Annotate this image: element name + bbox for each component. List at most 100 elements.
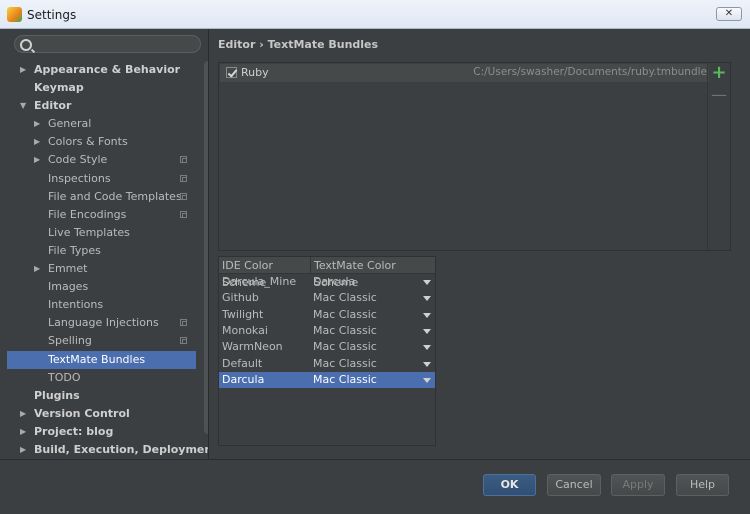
sidebar-item-code-style[interactable]: ▶ Code Style bbox=[7, 151, 196, 169]
sidebar-item-file-encodings[interactable]: File Encodings bbox=[7, 206, 196, 224]
ok-button[interactable]: OK bbox=[483, 474, 536, 496]
bundle-row[interactable]: Ruby C:/Users/swasher/Documents/ruby.tmb… bbox=[220, 64, 709, 82]
dropdown-arrow-icon[interactable] bbox=[423, 361, 431, 367]
sidebar-item-label: File Encodings bbox=[48, 207, 127, 221]
title-bar: Settings ✕ bbox=[0, 0, 750, 29]
search-input[interactable] bbox=[35, 37, 195, 51]
sidebar-item-label: Plugins bbox=[34, 388, 80, 402]
textmate-scheme-cell[interactable]: Mac Classic bbox=[313, 339, 377, 355]
sidebar-item-label: Images bbox=[48, 280, 89, 294]
bundle-toolbar: + — bbox=[707, 63, 730, 250]
bundle-checkbox[interactable] bbox=[226, 67, 237, 78]
ide-scheme-cell: WarmNeon bbox=[222, 340, 283, 354]
sidebar-item-label: Appearance & Behavior bbox=[34, 63, 181, 76]
collapsed-arrow-icon[interactable]: ▶ bbox=[34, 260, 40, 278]
sidebar-item-textmate-bundles[interactable]: TextMate Bundles bbox=[7, 350, 196, 369]
close-button[interactable]: ✕ bbox=[716, 7, 742, 21]
bundles-list: Ruby C:/Users/swasher/Documents/ruby.tmb… bbox=[218, 62, 731, 251]
dropdown-arrow-icon[interactable] bbox=[423, 280, 431, 285]
dropdown-arrow-icon[interactable] bbox=[423, 312, 431, 318]
collapsed-arrow-icon[interactable]: ▶ bbox=[20, 61, 26, 79]
sidebar-item-label: File Types bbox=[48, 243, 101, 257]
collapsed-arrow-icon[interactable]: ▶ bbox=[34, 151, 40, 169]
sidebar-item-general[interactable]: ▶ General bbox=[7, 115, 196, 133]
sidebar-item-label: TODO bbox=[48, 370, 81, 384]
sidebar-item-label: Keymap bbox=[34, 81, 84, 95]
sidebar-item-editor[interactable]: ▼ Editor bbox=[7, 97, 196, 115]
settings-tree: ▶ Appearance & Behavior Keymap ▼ Editor ▶ Gene… bbox=[7, 61, 208, 459]
sidebar-item-label: Live Templates bbox=[48, 225, 130, 239]
project-scope-icon bbox=[180, 319, 187, 327]
ide-scheme-header[interactable]: IDE Color Scheme bbox=[219, 257, 311, 289]
dropdown-arrow-icon[interactable] bbox=[423, 328, 431, 334]
sidebar-item-language-injections[interactable]: Language Injections bbox=[7, 314, 196, 332]
textmate-scheme-header[interactable]: TextMate Color Scheme bbox=[311, 257, 435, 289]
collapsed-arrow-icon[interactable]: ▶ bbox=[20, 423, 26, 441]
collapsed-arrow-icon[interactable]: ▶ bbox=[20, 405, 26, 423]
footer-divider bbox=[0, 459, 750, 460]
expanded-arrow-icon[interactable]: ▼ bbox=[20, 97, 26, 115]
sidebar-item-inspections[interactable]: Inspections bbox=[7, 170, 196, 188]
table-row[interactable]: Github Mac Classic bbox=[219, 290, 435, 306]
textmate-scheme-cell[interactable]: Mac Classic bbox=[313, 323, 377, 339]
collapsed-arrow-icon[interactable]: ▶ bbox=[34, 115, 40, 133]
apply-button[interactable]: Apply bbox=[611, 474, 665, 496]
breadcrumb: Editor › TextMate Bundles bbox=[218, 38, 379, 51]
collapsed-arrow-icon[interactable]: ▶ bbox=[34, 133, 40, 151]
sidebar-item-file-types[interactable]: File Types bbox=[7, 242, 196, 260]
textmate-scheme-cell[interactable]: Mac Classic bbox=[313, 290, 377, 306]
sidebar-item-intentions[interactable]: Intentions bbox=[7, 296, 196, 314]
sidebar-item-file-and-code-templates[interactable]: File and Code Templates bbox=[7, 188, 196, 206]
collapsed-arrow-icon[interactable]: ▶ bbox=[20, 441, 26, 459]
sidebar-item-colors-fonts[interactable]: ▶ Colors & Fonts bbox=[7, 133, 196, 151]
ide-scheme-cell: Twilight bbox=[222, 307, 264, 321]
table-row[interactable]: WarmNeon Mac Classic bbox=[219, 339, 435, 355]
sidebar-item-label: General bbox=[48, 117, 92, 131]
sidebar-item-spelling[interactable]: Spelling bbox=[7, 332, 196, 350]
remove-bundle-button[interactable]: — bbox=[711, 87, 727, 105]
table-row[interactable]: Twilight Mac Classic bbox=[219, 307, 435, 323]
bundle-path: C:/Users/swasher/Documents/ruby.tmbundle bbox=[473, 66, 707, 78]
project-scope-icon bbox=[180, 337, 187, 345]
color-scheme-table: IDE Color Scheme TextMate Color Scheme D… bbox=[218, 256, 436, 446]
table-row[interactable]: Monokai Mac Classic bbox=[219, 323, 435, 339]
sidebar-item-images[interactable]: Images bbox=[7, 278, 196, 296]
dropdown-arrow-icon[interactable] bbox=[423, 345, 431, 351]
table-row[interactable]: Darcula_Mine Darcula bbox=[219, 274, 435, 290]
ide-scheme-cell: Darcula bbox=[222, 372, 265, 386]
sidebar-item-keymap[interactable]: Keymap bbox=[7, 79, 196, 97]
window-title: Settings bbox=[27, 8, 77, 22]
sidebar-item-project-blog[interactable]: ▶ Project: blog bbox=[7, 423, 196, 441]
ide-scheme-cell: Monokai bbox=[222, 323, 268, 337]
dropdown-arrow-icon[interactable] bbox=[423, 296, 431, 302]
sidebar-item-appearance-behavior[interactable]: ▶ Appearance & Behavior bbox=[7, 61, 196, 79]
bundle-name: Ruby bbox=[241, 66, 269, 79]
sidebar-item-todo[interactable]: TODO bbox=[7, 369, 196, 387]
dropdown-arrow-icon[interactable] bbox=[423, 377, 431, 383]
sidebar-item-label: Language Injections bbox=[48, 316, 159, 330]
search-icon bbox=[20, 39, 32, 51]
sidebar-item-plugins[interactable]: Plugins bbox=[7, 387, 196, 405]
project-scope-icon bbox=[180, 156, 187, 164]
textmate-scheme-cell[interactable]: Mac Classic bbox=[313, 356, 377, 372]
sidebar-item-version-control[interactable]: ▶ Version Control bbox=[7, 405, 196, 423]
sidebar-item-live-templates[interactable]: Live Templates bbox=[7, 224, 196, 242]
table-row[interactable]: Darcula Mac Classic bbox=[219, 371, 435, 389]
textmate-scheme-cell[interactable]: Darcula bbox=[313, 274, 355, 290]
sidebar-item-label: TextMate Bundles bbox=[48, 352, 146, 366]
sidebar-item-label: Inspections bbox=[48, 171, 111, 185]
textmate-scheme-cell[interactable]: Mac Classic bbox=[313, 307, 377, 323]
sidebar-item-emmet[interactable]: ▶ Emmet bbox=[7, 260, 196, 278]
project-scope-icon bbox=[180, 174, 187, 182]
sidebar-item-label: Emmet bbox=[48, 262, 88, 276]
help-button[interactable]: Help bbox=[676, 474, 729, 496]
table-row[interactable]: Default Mac Classic bbox=[219, 356, 435, 372]
sidebar-item-build-execution-deployment[interactable]: ▶ Build, Execution, Deployment bbox=[7, 441, 208, 459]
add-bundle-button[interactable]: + bbox=[711, 64, 727, 82]
cancel-button[interactable]: Cancel bbox=[547, 474, 601, 496]
app-icon bbox=[7, 7, 22, 22]
textmate-scheme-cell[interactable]: Mac Classic bbox=[313, 372, 377, 388]
search-box[interactable] bbox=[14, 35, 201, 53]
ide-scheme-cell: Darcula_Mine bbox=[222, 275, 297, 288]
splitter[interactable] bbox=[208, 29, 209, 459]
